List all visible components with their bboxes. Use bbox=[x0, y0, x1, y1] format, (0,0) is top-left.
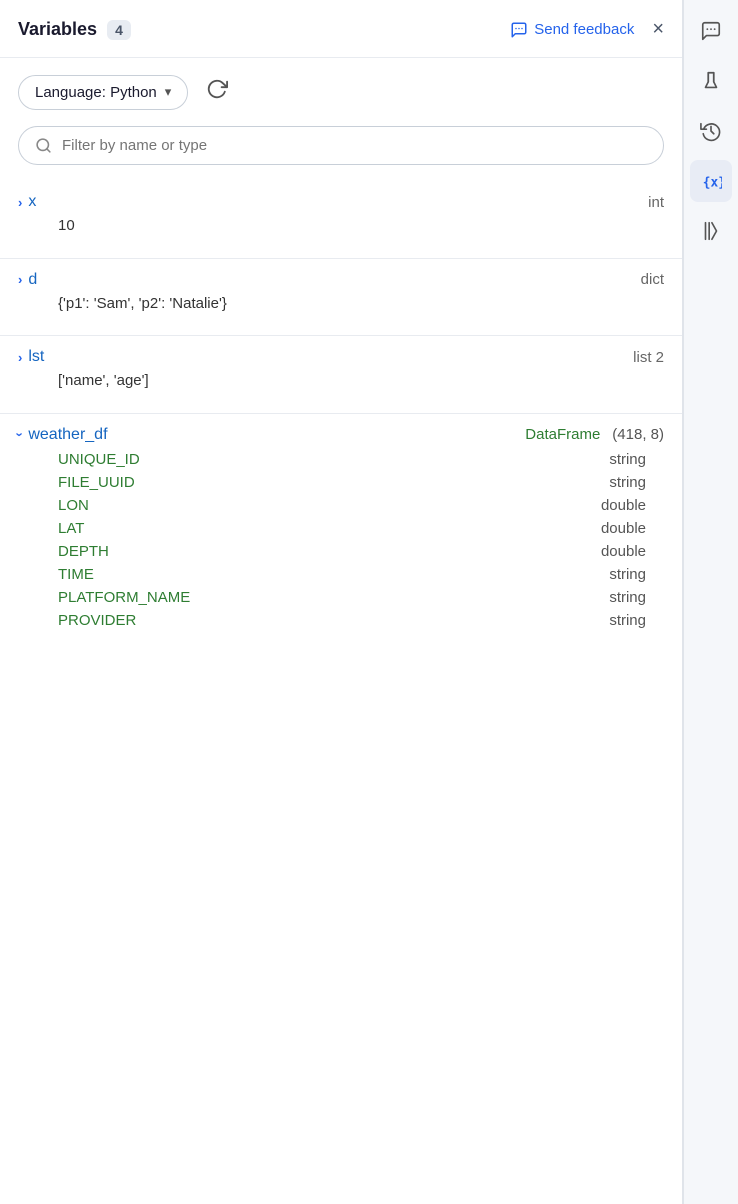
flask-icon bbox=[700, 70, 722, 92]
df-col-lat: LAT double bbox=[18, 517, 664, 540]
df-col-unique-id: UNIQUE_ID string bbox=[18, 448, 664, 471]
feedback-icon bbox=[510, 21, 528, 39]
variables-panel: Variables 4 Send feedback × Language: Py… bbox=[0, 0, 683, 1204]
right-sidebar: {x} bbox=[683, 0, 738, 1204]
svg-text:{x}: {x} bbox=[703, 176, 722, 191]
send-feedback-button[interactable]: Send feedback bbox=[510, 21, 634, 39]
close-button[interactable]: × bbox=[652, 18, 664, 41]
search-input[interactable] bbox=[62, 137, 647, 154]
variable-dim-weather-df: (418, 8) bbox=[612, 426, 664, 443]
language-chevron-icon: ▾ bbox=[165, 84, 172, 100]
library-icon bbox=[700, 220, 722, 242]
variable-item-d: › d dict {'p1': 'Sam', 'p2': 'Natalie'} bbox=[0, 263, 682, 332]
variable-count-badge: 4 bbox=[107, 20, 131, 40]
divider-1 bbox=[0, 258, 682, 259]
expand-icon-d: › bbox=[18, 272, 22, 287]
history-icon bbox=[700, 120, 722, 142]
variable-name-lst: lst bbox=[28, 348, 44, 366]
variable-item-lst: › lst list 2 ['name', 'age'] bbox=[0, 340, 682, 409]
variable-header-weather-df[interactable]: › weather_df DataFrame (418, 8) bbox=[18, 426, 664, 444]
language-selector[interactable]: Language: Python ▾ bbox=[18, 75, 188, 110]
refresh-icon bbox=[206, 78, 228, 100]
variable-name-weather-df: weather_df bbox=[28, 426, 107, 444]
variable-value-lst: ['name', 'age'] bbox=[18, 366, 664, 401]
variable-item-weather-df: › weather_df DataFrame (418, 8) UNIQUE_I… bbox=[0, 418, 682, 640]
panel-title: Variables bbox=[18, 19, 97, 40]
sidebar-history-button[interactable] bbox=[690, 110, 732, 152]
variable-type-lst: list 2 bbox=[633, 349, 664, 366]
expand-icon-lst: › bbox=[18, 350, 22, 365]
divider-2 bbox=[0, 335, 682, 336]
df-col-file-uuid: FILE_UUID string bbox=[18, 471, 664, 494]
variable-value-d: {'p1': 'Sam', 'p2': 'Natalie'} bbox=[18, 289, 664, 324]
sidebar-chat-button[interactable] bbox=[690, 10, 732, 52]
variable-header-x[interactable]: › x int bbox=[18, 193, 664, 211]
df-col-lon: LON double bbox=[18, 494, 664, 517]
search-box bbox=[18, 126, 664, 165]
search-row bbox=[0, 118, 682, 181]
variable-header-d[interactable]: › d dict bbox=[18, 271, 664, 289]
variable-header-lst[interactable]: › lst list 2 bbox=[18, 348, 664, 366]
language-label: Language: Python bbox=[35, 84, 157, 101]
expand-icon-x: › bbox=[18, 195, 22, 210]
variable-name-x: x bbox=[28, 193, 36, 211]
variable-type-x: int bbox=[648, 194, 664, 211]
divider-3 bbox=[0, 413, 682, 414]
expand-icon-weather-df: › bbox=[13, 432, 28, 436]
df-col-platform-name: PLATFORM_NAME string bbox=[18, 586, 664, 609]
df-col-provider: PROVIDER string bbox=[18, 609, 664, 632]
chat-icon bbox=[700, 20, 722, 42]
refresh-button[interactable] bbox=[202, 74, 232, 110]
variables-icon: {x} bbox=[700, 170, 722, 192]
df-col-time: TIME string bbox=[18, 563, 664, 586]
controls-row: Language: Python ▾ bbox=[0, 58, 682, 118]
variable-type-weather-df: DataFrame bbox=[525, 426, 600, 443]
variable-type-d: dict bbox=[641, 271, 664, 288]
sidebar-library-button[interactable] bbox=[690, 210, 732, 252]
variable-value-x: 10 bbox=[18, 211, 664, 246]
df-col-depth: DEPTH double bbox=[18, 540, 664, 563]
panel-header: Variables 4 Send feedback × bbox=[0, 0, 682, 58]
sidebar-lab-button[interactable] bbox=[690, 60, 732, 102]
search-icon bbox=[35, 137, 52, 154]
variable-name-d: d bbox=[28, 271, 37, 289]
sidebar-variables-button[interactable]: {x} bbox=[690, 160, 732, 202]
variables-list: › x int 10 › d dict {'p1': 'Sam', 'p2': … bbox=[0, 181, 682, 1204]
dataframe-columns: UNIQUE_ID string FILE_UUID string LON do… bbox=[18, 448, 664, 632]
send-feedback-label: Send feedback bbox=[534, 21, 634, 38]
variable-item-x: › x int 10 bbox=[0, 185, 682, 254]
